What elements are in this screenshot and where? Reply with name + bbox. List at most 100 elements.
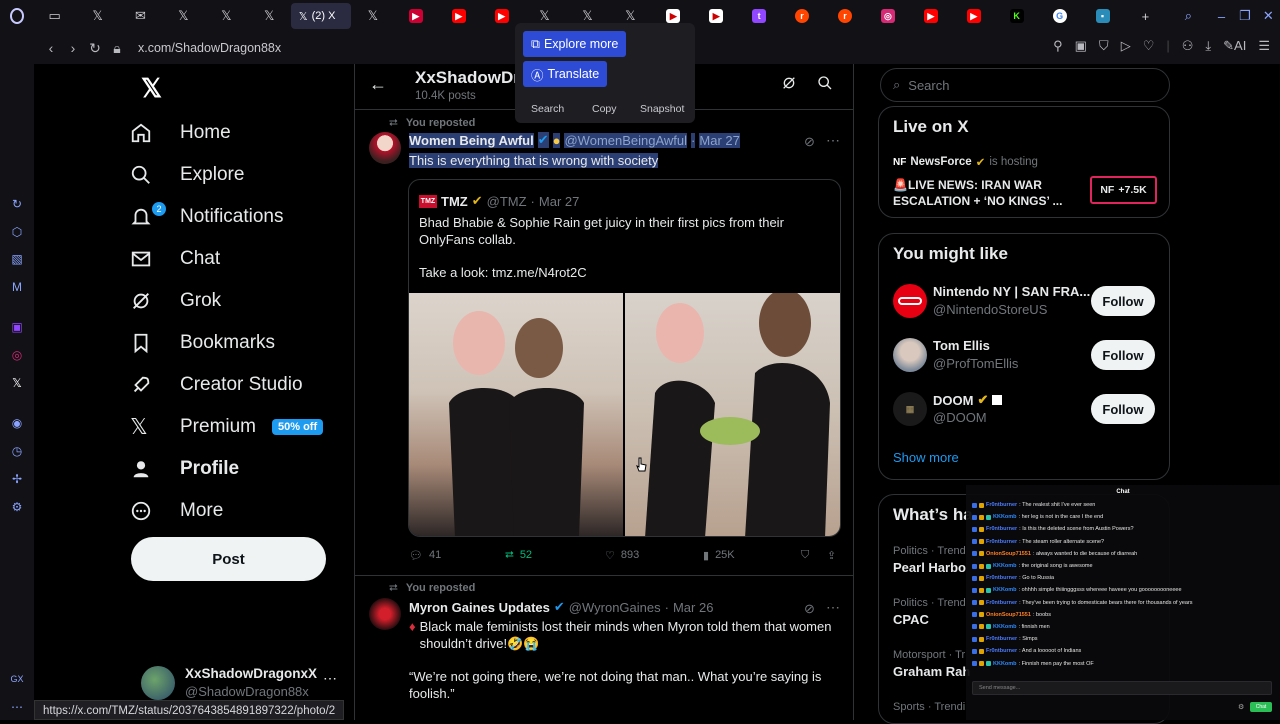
author-name[interactable]: Myron Gaines Updates bbox=[409, 600, 550, 615]
suggestion-name[interactable]: Tom Ellis bbox=[933, 338, 990, 353]
tab-game[interactable]: ▶ bbox=[394, 3, 437, 29]
nav-more[interactable]: More bbox=[130, 490, 350, 532]
account-switcher[interactable]: XxShadowDragonxX @ShadowDragon88x ⋯ bbox=[141, 664, 351, 704]
nav-grok[interactable]: Grok bbox=[130, 280, 350, 322]
settings-icon[interactable]: ⚙ bbox=[9, 500, 25, 516]
chat-username[interactable]: Fr0ntburner bbox=[986, 502, 1017, 508]
tab-youtube[interactable]: ▶ bbox=[909, 3, 952, 29]
translate-button[interactable]: Ⓐ Translate bbox=[523, 61, 608, 87]
nav-home[interactable]: Home bbox=[130, 112, 350, 154]
search-box[interactable]: ⌕ Search bbox=[880, 68, 1170, 102]
trend-item[interactable]: Politics · Trend CPAC bbox=[893, 597, 966, 627]
ai-button[interactable]: ✎AI bbox=[1223, 38, 1246, 54]
tab-x[interactable]: 𝕏 bbox=[205, 3, 248, 29]
search-tabs-icon[interactable]: ⌕ bbox=[1167, 3, 1210, 29]
close-icon[interactable]: ✕ bbox=[1257, 3, 1280, 29]
chat-username[interactable]: KKKomb bbox=[993, 514, 1017, 520]
chat-username[interactable]: Fr0ntburner bbox=[986, 526, 1017, 532]
follow-button[interactable]: Follow bbox=[1091, 340, 1155, 370]
more-dots-icon[interactable]: ⋯ bbox=[826, 132, 840, 149]
tab-youtube[interactable]: ▶ bbox=[437, 3, 480, 29]
grok-icon[interactable]: ⊘ bbox=[804, 601, 815, 617]
grok-icon[interactable]: ⊘ bbox=[804, 134, 815, 150]
back-arrow-icon[interactable]: ← bbox=[369, 74, 387, 95]
like-button[interactable]: ♡ 893 bbox=[605, 549, 639, 562]
chat-username[interactable]: KKKomb bbox=[993, 587, 1017, 593]
avatar[interactable] bbox=[893, 284, 927, 318]
play-icon[interactable]: ▷ bbox=[1121, 38, 1131, 54]
author-name[interactable]: Women Being Awful bbox=[409, 132, 534, 148]
trend-item[interactable]: Sports · Trendi bbox=[893, 701, 965, 713]
live-host-name[interactable]: NewsForce bbox=[910, 156, 971, 168]
suggestion-name[interactable]: Nintendo NY | SAN FRA... bbox=[933, 284, 1090, 299]
tweet[interactable]: ⮂ You reposted Women Being Awful ✔ ● @Wo… bbox=[355, 112, 853, 574]
tab-active-x[interactable]: 𝕏 (2) X bbox=[290, 3, 352, 29]
chat-send-button[interactable]: Chat bbox=[1250, 702, 1272, 712]
grid-icon[interactable]: ▧ bbox=[9, 252, 25, 268]
instagram-sidebar-icon[interactable]: ◎ bbox=[9, 348, 25, 364]
menu-icon[interactable]: ☰ bbox=[1258, 38, 1270, 54]
history-icon[interactable]: ◷ bbox=[9, 444, 25, 460]
avatar[interactable]: ▦ bbox=[893, 392, 927, 426]
nav-profile[interactable]: Profile bbox=[130, 448, 350, 490]
avatar[interactable] bbox=[369, 132, 401, 164]
nav-explore[interactable]: Explore bbox=[130, 154, 350, 196]
back-icon[interactable]: ‹ bbox=[40, 40, 62, 56]
chat-username[interactable]: Fr0ntburner bbox=[986, 539, 1017, 545]
suggestion-name[interactable]: DOOM bbox=[933, 393, 973, 408]
more-dots-icon[interactable]: ⋯ bbox=[9, 700, 25, 716]
tab-mail[interactable]: ▭ bbox=[33, 3, 76, 29]
explore-more-button[interactable]: ⧉ Explore more bbox=[523, 31, 627, 57]
chat-input[interactable]: Send message... bbox=[972, 681, 1272, 695]
media-photo-2[interactable] bbox=[625, 289, 840, 536]
chat-username[interactable]: Fr0ntburner bbox=[986, 648, 1017, 654]
repost-button[interactable]: ⮂ 52 bbox=[505, 549, 532, 562]
avatar[interactable] bbox=[369, 598, 401, 630]
live-listeners-badge[interactable]: NF +7.5K bbox=[1090, 176, 1157, 204]
post-date[interactable]: Mar 27 bbox=[699, 132, 740, 148]
refresh-sidebar-icon[interactable]: ↻ bbox=[9, 197, 25, 213]
show-more-link[interactable]: Show more bbox=[893, 450, 959, 465]
follow-button[interactable]: Follow bbox=[1091, 394, 1155, 424]
chat-username[interactable]: Fr0ntburner bbox=[986, 636, 1017, 642]
trend-item[interactable]: Politics · Trend Pearl Harbo bbox=[893, 545, 966, 575]
tab-kick[interactable]: K bbox=[995, 3, 1038, 29]
nav-creator-studio[interactable]: Creator Studio bbox=[130, 364, 350, 406]
twitch-sidebar-icon[interactable]: ▣ bbox=[9, 320, 25, 336]
nav-notifications[interactable]: 2 Notifications bbox=[130, 196, 350, 238]
chat-username[interactable]: Fr0ntburner bbox=[986, 575, 1017, 581]
reply-button[interactable]: 💬︎ 41 bbox=[409, 549, 441, 562]
heart-icon[interactable]: ♡ bbox=[1143, 38, 1155, 54]
author-handle[interactable]: @WyronGaines bbox=[569, 600, 661, 615]
author-handle[interactable]: @WomenBeingAwful bbox=[564, 132, 688, 148]
media-photo-1[interactable] bbox=[409, 293, 623, 536]
screenshot-icon[interactable]: ▣ bbox=[1075, 38, 1087, 54]
shield-icon[interactable]: ⛉ bbox=[1099, 38, 1109, 54]
nav-chat[interactable]: Chat bbox=[130, 238, 350, 280]
new-tab-button[interactable]: + bbox=[1124, 3, 1167, 29]
quoted-tweet[interactable]: TMZ TMZ ✔ @TMZ · Mar 27 Bhad Bhabie & So… bbox=[408, 179, 841, 537]
tab-x[interactable]: 𝕏 bbox=[248, 3, 291, 29]
extensions-icon[interactable]: ✢ bbox=[9, 472, 25, 488]
trend-item[interactable]: Motorsport · Tr Graham Rah bbox=[893, 649, 970, 679]
copy-action[interactable]: Copy bbox=[592, 103, 617, 115]
post-date[interactable]: Mar 26 bbox=[673, 600, 713, 615]
chat-settings-icon[interactable]: ⚙ bbox=[1238, 703, 1244, 711]
tab-instagram[interactable]: ◎ bbox=[866, 3, 909, 29]
download-icon[interactable]: ⤓ bbox=[1205, 38, 1211, 54]
x-sidebar-icon[interactable]: 𝕏 bbox=[9, 376, 25, 392]
chat-username[interactable]: OnionSoup71551 bbox=[986, 551, 1031, 557]
more-dots-icon[interactable]: ⋯ bbox=[826, 599, 840, 616]
share-icon[interactable]: ⇪ bbox=[827, 549, 836, 562]
nav-premium[interactable]: 𝕏 Premium 50% off bbox=[130, 406, 350, 448]
bookmark-icon[interactable]: ⛉ bbox=[801, 549, 809, 562]
pin-icon[interactable]: ⚲ bbox=[1053, 38, 1063, 54]
player-icon[interactable]: ◉ bbox=[9, 416, 25, 432]
tab-reddit[interactable]: r bbox=[824, 3, 867, 29]
chat-username[interactable]: KKKomb bbox=[993, 624, 1017, 630]
minimize-icon[interactable]: – bbox=[1210, 3, 1233, 29]
cube-icon[interactable]: ⬡ bbox=[9, 225, 25, 241]
search-action[interactable]: Search bbox=[531, 103, 564, 115]
tweet[interactable]: ⮂ You reposted Myron Gaines Updates ✔ @W… bbox=[355, 576, 853, 720]
more-dots-icon[interactable]: ⋯ bbox=[323, 670, 337, 687]
